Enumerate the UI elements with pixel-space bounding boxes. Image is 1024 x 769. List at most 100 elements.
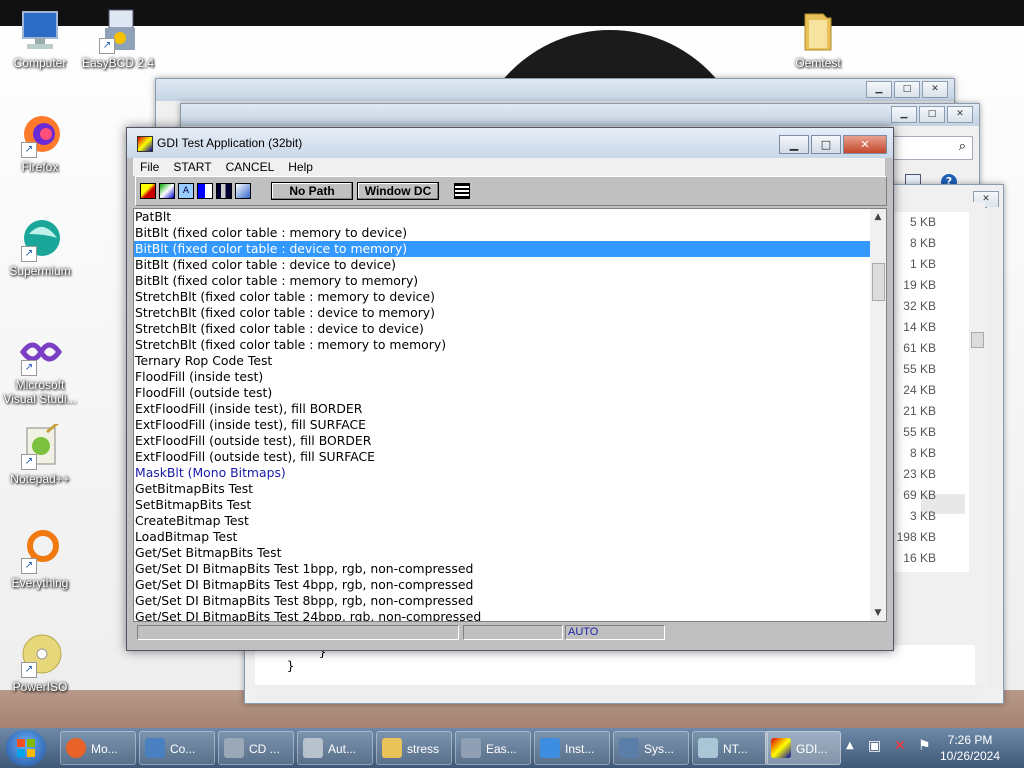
list-item[interactable]: ExtFloodFill (outside test), fill SURFAC… <box>134 449 870 465</box>
tray-expand-icon[interactable]: ▲ <box>846 740 854 751</box>
list-item[interactable]: SetBitmapBits Test <box>134 497 870 513</box>
menu-file[interactable]: File <box>133 158 166 176</box>
list-item[interactable]: ExtFloodFill (outside test), fill BORDER <box>134 433 870 449</box>
list-item[interactable]: StretchBlt (fixed color table : device t… <box>134 321 870 337</box>
taskbar-item-active[interactable]: GDI... <box>765 731 841 765</box>
bitmap-tool-icon[interactable] <box>216 183 232 199</box>
region-tool-icon[interactable] <box>197 183 213 199</box>
desktop-icon-easybcd[interactable]: ↗ EasyBCD 2.4 <box>78 8 158 70</box>
list-item[interactable]: CreateBitmap Test <box>134 513 870 529</box>
gdi-test-window[interactable]: GDI Test Application (32bit) ▁ □ ✕ File … <box>126 127 894 651</box>
editor-hscrollbar[interactable] <box>255 685 983 699</box>
list-item[interactable]: Get/Set DI BitmapBits Test 4bpp, rgb, no… <box>134 577 870 593</box>
list-item[interactable]: StretchBlt (fixed color table : device t… <box>134 305 870 321</box>
easybcd-icon: ↗ <box>95 8 141 54</box>
disc-icon: ↗ <box>17 632 63 678</box>
desktop-icon-oemtest[interactable]: Oemtest <box>778 8 858 70</box>
action-center-flag-icon[interactable]: ⚑ <box>918 738 931 754</box>
editor-scrollbar[interactable] <box>987 207 1001 687</box>
scroll-thumb[interactable] <box>971 332 984 348</box>
list-item[interactable]: ExtFloodFill (inside test), fill SURFACE <box>134 417 870 433</box>
minimize-icon[interactable]: ▁ <box>891 106 917 123</box>
desktop-icon-supermium[interactable]: ↗ Supermium <box>0 216 80 278</box>
list-item[interactable]: Get/Set DI BitmapBits Test 8bpp, rgb, no… <box>134 593 870 609</box>
menu-cancel[interactable]: CANCEL <box>219 158 282 176</box>
close-button[interactable]: ✕ <box>843 135 887 154</box>
scroll-up-icon[interactable]: ▲ <box>870 209 886 225</box>
scroll-down-icon[interactable]: ▼ <box>870 605 886 621</box>
desktop-icon-visual-studio[interactable]: ↗ Microsoft Visual Studi... <box>0 330 80 406</box>
desktop-icon-computer[interactable]: Computer <box>0 8 80 70</box>
window-title: GDI Test Application (32bit) <box>157 136 303 150</box>
list-item[interactable]: LoadBitmap Test <box>134 529 870 545</box>
file-size: 8 KB <box>909 236 936 250</box>
pen-tool-icon[interactable] <box>140 183 156 199</box>
list-item[interactable]: Get/Set BitmapBits Test <box>134 545 870 561</box>
menu-help[interactable]: Help <box>281 158 320 176</box>
list-item[interactable]: Get/Set DI BitmapBits Test 1bpp, rgb, no… <box>134 561 870 577</box>
status-mode: AUTO <box>565 625 665 640</box>
taskbar-item[interactable]: stress <box>376 731 452 765</box>
list-item[interactable]: BitBlt (fixed color table : memory to de… <box>134 225 870 241</box>
window-dc-button[interactable]: Window DC <box>357 182 439 200</box>
maximize-icon[interactable]: □ <box>919 106 945 123</box>
list-item[interactable]: FloodFill (outside test) <box>134 385 870 401</box>
taskbar-item[interactable]: Mo... <box>60 731 136 765</box>
minimize-button[interactable]: ▁ <box>779 135 809 154</box>
code-area[interactable]: } } <box>255 645 975 685</box>
taskbar-label: Inst... <box>565 742 595 756</box>
list-item[interactable]: BitBlt (fixed color table : memory to me… <box>134 273 870 289</box>
folder-icon <box>795 8 841 54</box>
list-item[interactable]: StretchBlt (fixed color table : memory t… <box>134 337 870 353</box>
taskbar-item[interactable]: Aut... <box>297 731 373 765</box>
taskbar-item[interactable]: CD ... <box>218 731 294 765</box>
list-item[interactable]: BitBlt (fixed color table : device to de… <box>134 257 870 273</box>
gdi-app-icon <box>771 738 791 758</box>
list-item[interactable]: MaskBlt (Mono Bitmaps) <box>134 465 870 481</box>
desktop-icon-notepadpp[interactable]: ↗ Notepad++ <box>0 420 80 486</box>
desktop-icon-label: Supermium <box>9 264 71 278</box>
list-item[interactable]: FloodFill (inside test) <box>134 369 870 385</box>
taskbar-item[interactable]: NT... <box>692 731 768 765</box>
list-item[interactable]: GetBitmapBits Test <box>134 481 870 497</box>
palette-tool-icon[interactable] <box>235 183 251 199</box>
maximize-button[interactable]: □ <box>811 135 841 154</box>
taskbar-item[interactable]: Inst... <box>534 731 610 765</box>
list-item[interactable]: Get/Set DI BitmapBits Test 24bpp, rgb, n… <box>134 609 870 621</box>
maximize-icon[interactable]: □ <box>894 81 920 98</box>
cd-drive-icon <box>224 738 244 758</box>
list-item[interactable]: ExtFloodFill (inside test), fill BORDER <box>134 401 870 417</box>
taskbar-item[interactable]: Co... <box>139 731 215 765</box>
shortcut-arrow-icon: ↗ <box>21 142 37 158</box>
network-icon[interactable]: ▣ <box>868 738 881 754</box>
scroll-thumb[interactable] <box>872 263 885 301</box>
minimize-icon[interactable]: ▁ <box>866 81 892 98</box>
close-icon[interactable]: ✕ <box>922 81 948 98</box>
search-box[interactable]: ⌕ <box>881 136 973 160</box>
taskbar-item[interactable]: Sys... <box>613 731 689 765</box>
shortcut-arrow-icon: ↗ <box>21 360 37 376</box>
no-path-button[interactable]: No Path <box>271 182 353 200</box>
start-button[interactable] <box>6 730 46 766</box>
desktop-icon-firefox[interactable]: ↗ Firefox <box>0 112 80 174</box>
menu-start[interactable]: START <box>166 158 218 176</box>
list-item[interactable]: StretchBlt (fixed color table : memory t… <box>134 289 870 305</box>
desktop-icon-poweriso[interactable]: ↗ PowerISO <box>0 632 80 694</box>
list-item[interactable]: Ternary Rop Code Test <box>134 353 870 369</box>
explorer-scrollbar[interactable] <box>969 202 985 572</box>
volume-muted-icon[interactable]: ✕ <box>894 738 906 754</box>
test-listbox[interactable]: PatBlt BitBlt (fixed color table : memor… <box>133 208 887 622</box>
font-tool-icon[interactable]: A <box>178 183 194 199</box>
brush-tool-icon[interactable] <box>159 183 175 199</box>
list-item-selected[interactable]: BitBlt (fixed color table : device to me… <box>134 241 870 257</box>
computer-icon <box>17 8 63 54</box>
list-item[interactable]: PatBlt <box>134 209 870 225</box>
close-icon[interactable]: ✕ <box>947 106 973 123</box>
list-scrollbar[interactable]: ▲ ▼ <box>870 209 886 621</box>
file-size: 32 KB <box>903 299 936 313</box>
list-view-icon[interactable] <box>454 183 470 199</box>
desktop-icon-everything[interactable]: ↗ Everything <box>0 528 80 590</box>
taskbar-item[interactable]: Eas... <box>455 731 531 765</box>
window-titlebar[interactable]: GDI Test Application (32bit) ▁ □ ✕ <box>127 128 893 158</box>
clock[interactable]: 7:26 PM 10/26/2024 <box>930 732 1010 764</box>
